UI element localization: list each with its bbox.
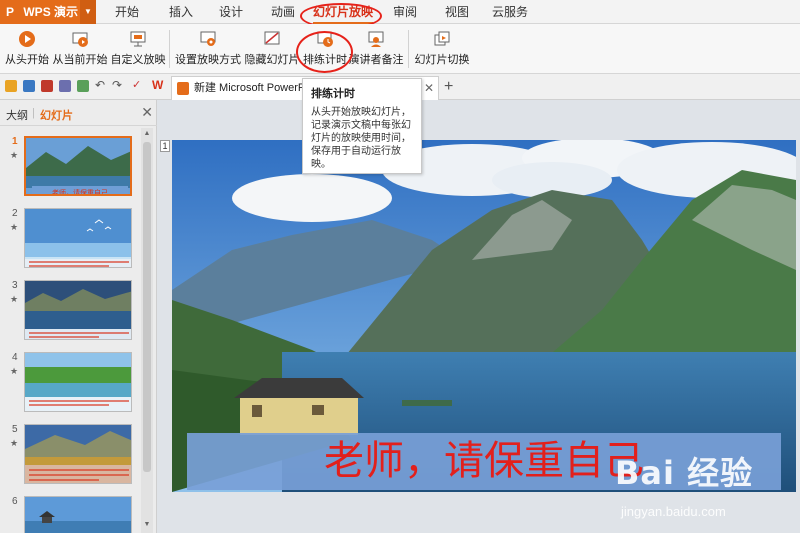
close-icon[interactable]: ✕ <box>141 104 153 121</box>
ribbon-label: 自定义放映 <box>110 54 166 66</box>
slide-transition-button[interactable]: 幻灯片切换 <box>413 28 471 70</box>
slide-thumbnail-image <box>24 496 132 533</box>
custom-show-icon <box>130 31 146 47</box>
save-icon[interactable] <box>23 80 35 92</box>
tab-insert[interactable]: 插入 <box>166 0 196 24</box>
svg-text:老师，请保重自己: 老师，请保重自己 <box>52 188 108 196</box>
export-pdf-icon[interactable] <box>41 80 53 92</box>
app-name: WPS 演示 <box>23 5 79 19</box>
print-preview-icon[interactable] <box>77 80 89 92</box>
hide-slide-button[interactable]: 隐藏幻灯片 <box>244 28 300 70</box>
slide-number-marker: 1 <box>160 140 170 152</box>
ribbon-label: 幻灯片切换 <box>414 54 470 66</box>
pane-tabs: 大纲 | 幻灯片 ✕ <box>0 100 157 126</box>
rehearse-timing-icon <box>317 31 333 47</box>
play-from-current-button[interactable]: 从当前开始 <box>52 28 108 70</box>
speaker-notes-button[interactable]: 演讲者备注 <box>348 28 404 70</box>
tab-start[interactable]: 开始 <box>112 0 142 24</box>
speaker-notes-icon <box>368 31 384 47</box>
thumbnail-scrollbar[interactable]: ▲ ▼ <box>141 128 153 533</box>
ribbon-label: 隐藏幻灯片 <box>244 54 300 66</box>
rehearse-timing-tooltip: 排练计时 从头开始放映幻灯片，记录演示文稿中每张幻灯片的放映使用时间，保存用于自… <box>302 78 422 174</box>
slides-pane: 大纲 | 幻灯片 ✕ 1 ★ 老师，请保重自己 2 ★ 3 ★ 4 ★ 5 ★ … <box>0 100 157 533</box>
slide-thumbnail-image <box>24 208 132 268</box>
slide-caption-box[interactable]: 老师，请保重自己 <box>187 433 781 490</box>
add-tab-icon[interactable]: + <box>444 78 453 96</box>
format-painter-icon[interactable]: ✓ <box>132 79 144 91</box>
tooltip-title: 排练计时 <box>311 88 355 100</box>
play-from-current-icon <box>72 32 88 47</box>
sky-birds-thumbnail-icon <box>25 209 131 267</box>
scrollbar-thumb[interactable] <box>143 142 151 472</box>
print-icon[interactable] <box>59 80 71 92</box>
tab-view[interactable]: 视图 <box>442 0 472 24</box>
tab-slides[interactable]: 幻灯片 <box>40 107 73 123</box>
ribbon-toolbar: 从头开始 从当前开始 自定义放映 设置放映方式 隐藏幻灯片 排练计时 演讲者备注… <box>0 24 800 74</box>
slide-thumbnail-number: 3 <box>12 280 18 291</box>
setup-show-icon <box>200 31 216 46</box>
play-from-start-button[interactable]: 从头开始 <box>4 28 50 70</box>
undo-icon[interactable]: ↶ <box>95 79 107 91</box>
tab-review[interactable]: 审阅 <box>390 0 420 24</box>
setup-show-button[interactable]: 设置放映方式 <box>174 28 242 70</box>
animation-star-icon: ★ <box>10 150 19 160</box>
ribbon-label: 演讲者备注 <box>348 54 404 66</box>
ribbon-label: 设置放映方式 <box>175 54 241 66</box>
slide-transition-icon <box>434 31 450 46</box>
close-icon[interactable]: ✕ <box>424 77 434 99</box>
mountain-lake-thumbnail-icon: 老师，请保重自己 <box>26 138 130 196</box>
chevron-down-icon: ▼ <box>80 0 96 24</box>
wps-w-icon[interactable]: W <box>152 79 164 91</box>
lake-reflection-thumbnail-icon <box>25 281 131 339</box>
slide-caption-text[interactable]: 老师，请保重自己 <box>187 433 781 490</box>
tab-slideshow[interactable]: 幻灯片放映 <box>313 0 373 24</box>
animation-star-icon: ★ <box>10 294 19 304</box>
pane-tab-divider: | <box>32 107 35 119</box>
rehearse-timing-button[interactable]: 排练计时 <box>302 28 348 70</box>
ribbon-label: 排练计时 <box>303 54 347 66</box>
slide-thumbnail-number: 5 <box>12 424 18 435</box>
play-circle-icon <box>19 31 35 47</box>
ribbon-label: 从头开始 <box>5 54 49 66</box>
slide-thumbnail-image <box>24 280 132 340</box>
current-slide[interactable]: 老师，请保重自己 <box>172 140 796 492</box>
ribbon-separator <box>169 30 170 68</box>
slide-thumbnail-number: 6 <box>12 496 18 507</box>
ppt-file-icon <box>177 82 189 95</box>
slide-thumbnail-number: 1 <box>12 136 18 147</box>
wps-logo-icon: P <box>6 5 15 19</box>
open-folder-icon[interactable] <box>5 80 17 92</box>
slide-thumbnail-number: 2 <box>12 208 18 219</box>
tab-outline[interactable]: 大纲 <box>6 107 28 123</box>
slide-editor: 1 老师，请保重自己 <box>158 100 800 533</box>
scroll-down-icon[interactable]: ▼ <box>141 519 153 531</box>
slide-thumbnail-number: 4 <box>12 352 18 363</box>
animation-star-icon: ★ <box>10 222 19 232</box>
slide-thumbnail-image <box>24 424 132 484</box>
autumn-lake-thumbnail-icon <box>25 425 131 483</box>
tab-animation[interactable]: 动画 <box>268 0 298 24</box>
menu-bar: P WPS 演示 ▼ 开始 插入 设计 动画 幻灯片放映 审阅 视图 云服务 <box>0 0 800 24</box>
pavilion-thumbnail-icon <box>25 497 131 533</box>
ribbon-label: 从当前开始 <box>52 54 108 66</box>
tab-design[interactable]: 设计 <box>216 0 246 24</box>
app-menu-button[interactable]: P WPS 演示 ▼ <box>0 0 96 24</box>
animation-star-icon: ★ <box>10 438 19 448</box>
slide-thumbnail-image <box>24 352 132 412</box>
animation-star-icon: ★ <box>10 366 19 376</box>
tooltip-body: 从头开始放映幻灯片，记录演示文稿中每张幻灯片的放映使用时间，保存用于自动运行放映… <box>311 107 411 170</box>
green-river-thumbnail-icon <box>25 353 131 411</box>
redo-icon[interactable]: ↷ <box>112 79 124 91</box>
tab-cloud[interactable]: 云服务 <box>490 0 530 24</box>
slide-thumbnail-image: 老师，请保重自己 <box>24 136 132 196</box>
scroll-up-icon[interactable]: ▲ <box>141 128 153 140</box>
custom-show-button[interactable]: 自定义放映 <box>110 28 166 70</box>
hide-slide-icon <box>264 31 280 45</box>
ribbon-separator <box>408 30 409 68</box>
